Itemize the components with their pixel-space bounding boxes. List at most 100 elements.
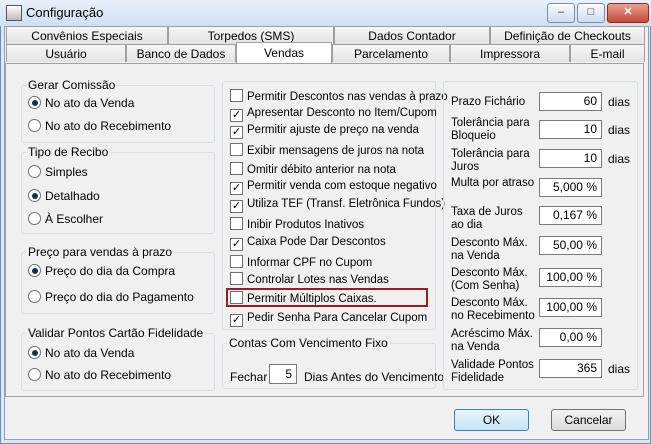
radio-comissao-recebimento[interactable]: No ato do Recebimento xyxy=(28,119,171,133)
checkbox-option[interactable]: Permitir Descontos nas vendas à prazo xyxy=(230,89,448,103)
radio-label: Detalhado xyxy=(45,189,100,203)
checkbox-label: Permitir venda com estoque negativo xyxy=(247,180,437,192)
radio-label: No ato da Venda xyxy=(45,346,135,360)
checkbox-unchecked[interactable] xyxy=(230,162,243,175)
field-label: Taxa de Juros ao dia xyxy=(451,206,523,231)
checkbox-label: Caixa Pode Dar Descontos xyxy=(247,236,386,248)
field-label: Tolerância para Bloqueio xyxy=(451,117,530,142)
checkbox-label: Inibir Produtos Inativos xyxy=(247,219,364,231)
field-unit: dias xyxy=(608,123,631,137)
checkbox-unchecked[interactable] xyxy=(230,217,243,230)
checkbox-label: Informar CPF no Cupom xyxy=(247,257,373,269)
radio-recibo-escolher[interactable]: À Escolher xyxy=(28,212,103,226)
group-title-validar-pontos: Validar Pontos Cartão Fidelidade xyxy=(26,326,206,340)
checkbox-option[interactable]: ✓ Utiliza TEF (Transf. Eletrônica Fundos) xyxy=(230,198,445,213)
radio-indicator[interactable] xyxy=(28,346,41,359)
highlight-box xyxy=(226,288,428,307)
checkbox-option[interactable]: Inibir Produtos Inativos xyxy=(230,217,364,231)
radio-preco-pagamento[interactable]: Preço do dia do Pagamento xyxy=(28,290,194,304)
ok-button[interactable]: OK xyxy=(454,409,529,431)
group-preco-prazo xyxy=(21,252,215,314)
field-input[interactable]: 10 xyxy=(539,120,602,139)
field-input[interactable]: 50,00 % xyxy=(539,236,602,255)
checkbox-option[interactable]: ✓ Apresentar Desconto no Item/Cupom xyxy=(230,107,437,122)
field-unit: dias xyxy=(608,152,631,166)
checkbox-checked[interactable]: ✓ xyxy=(230,182,243,195)
checkbox-label: Controlar Lotes nas Vendas xyxy=(247,274,389,286)
checkbox-option[interactable]: Informar CPF no Cupom xyxy=(230,255,372,269)
field-label: Multa por atraso xyxy=(451,177,535,189)
radio-indicator[interactable] xyxy=(28,189,41,202)
checkbox-option[interactable]: Omitir débito anterior na nota xyxy=(230,162,396,176)
radio-recibo-simples[interactable]: Simples xyxy=(28,165,88,179)
field-label: Desconto Máx. na Venda xyxy=(451,237,528,262)
checkbox-option[interactable]: Exibir mensagens de juros na nota xyxy=(230,143,424,157)
radio-recibo-detalhado[interactable]: Detalhado xyxy=(28,189,100,203)
group-title-preco-prazo: Preço para vendas à prazo xyxy=(26,245,175,259)
fechar-label: Fechar xyxy=(230,370,268,384)
radio-preco-compra[interactable]: Preço do dia da Compra xyxy=(28,264,175,278)
checkbox-label: Apresentar Desconto no Item/Cupom xyxy=(247,107,437,119)
field-label: Acréscimo Máx. na Venda xyxy=(451,328,533,353)
checkbox-option[interactable]: Controlar Lotes nas Vendas xyxy=(230,272,389,286)
field-input[interactable]: 100,00 % xyxy=(539,298,602,317)
checkbox-label: Omitir débito anterior na nota xyxy=(247,164,396,176)
checkbox-checked[interactable]: ✓ xyxy=(230,200,243,213)
field-unit: dias xyxy=(608,362,631,376)
field-input[interactable]: 100,00 % xyxy=(539,268,602,287)
radio-pontos-recebimento[interactable]: No ato do Recebimento xyxy=(28,368,171,382)
checkbox-checked[interactable]: ✓ xyxy=(230,126,243,139)
group-title-gerar-comissao: Gerar Comissão xyxy=(26,78,118,92)
checkbox-label: Exibir mensagens de juros na nota xyxy=(247,145,425,157)
radio-label: À Escolher xyxy=(45,212,104,226)
radio-comissao-venda[interactable]: No ato da Venda xyxy=(28,96,134,110)
checkbox-unchecked[interactable] xyxy=(230,89,243,102)
radio-pontos-venda[interactable]: No ato da Venda xyxy=(28,346,134,360)
checkbox-option[interactable]: ✓ Permitir venda com estoque negativo xyxy=(230,180,437,195)
group-title-contas-vencimento: Contas Com Vencimento Fixo xyxy=(227,336,390,350)
checkbox-option[interactable]: ✓ Pedir Senha Para Cancelar Cupom xyxy=(230,312,427,327)
radio-indicator[interactable] xyxy=(28,368,41,381)
field-unit: dias xyxy=(608,95,631,109)
field-input[interactable]: 10 xyxy=(539,149,602,168)
field-input[interactable]: 60 xyxy=(539,92,602,111)
radio-label: Preço do dia da Compra xyxy=(45,264,176,278)
checkbox-checked[interactable]: ✓ xyxy=(230,109,243,122)
checkbox-label: Utiliza TEF (Transf. Eletrônica Fundos) xyxy=(247,198,446,210)
radio-indicator[interactable] xyxy=(28,96,41,109)
checkbox-label: Permitir Descontos nas vendas à prazo xyxy=(247,91,448,103)
checkbox-unchecked[interactable] xyxy=(230,143,243,156)
checkbox-label: Permitir ajuste de preço na venda xyxy=(247,124,419,136)
radio-indicator[interactable] xyxy=(28,264,41,277)
group-gerar-comissao xyxy=(21,85,215,143)
radio-label: No ato da Venda xyxy=(45,96,135,110)
cancel-button[interactable]: Cancelar xyxy=(551,409,626,431)
field-label: Desconto Máx. (Com Senha) xyxy=(451,267,528,292)
checkbox-option[interactable]: ✓ Caixa Pode Dar Descontos xyxy=(230,236,386,251)
dias-vencimento-input[interactable]: 5 xyxy=(269,364,297,384)
field-label: Tolerância para Juros xyxy=(451,148,530,173)
checkbox-unchecked[interactable] xyxy=(230,255,243,268)
radio-indicator[interactable] xyxy=(28,119,41,132)
field-label: Validade Pontos Fidelidade xyxy=(451,359,534,384)
field-input[interactable]: 365 xyxy=(539,359,602,378)
vendas-content: Gerar Comissão No ato da Venda No ato do… xyxy=(0,0,651,444)
checkbox-option[interactable]: ✓ Permitir ajuste de preço na venda xyxy=(230,124,419,139)
checkbox-checked[interactable]: ✓ xyxy=(230,314,243,327)
radio-indicator[interactable] xyxy=(28,212,41,225)
field-label: Desconto Máx. no Recebimento xyxy=(451,297,535,322)
field-input[interactable]: 0,167 % xyxy=(539,206,602,225)
group-validar-pontos xyxy=(21,333,215,391)
radio-indicator[interactable] xyxy=(28,290,41,303)
radio-label: Preço do dia do Pagamento xyxy=(45,290,194,304)
checkbox-checked[interactable]: ✓ xyxy=(230,238,243,251)
checkbox-unchecked[interactable] xyxy=(230,272,243,285)
field-input[interactable]: 0,00 % xyxy=(539,328,602,347)
field-label: Prazo Fichário xyxy=(451,96,526,108)
checkbox-label: Pedir Senha Para Cancelar Cupom xyxy=(247,312,428,324)
dias-antes-label: Dias Antes do Vencimento xyxy=(304,370,445,384)
radio-indicator[interactable] xyxy=(28,165,41,178)
field-input[interactable]: 5,000 % xyxy=(539,178,602,197)
radio-label: Simples xyxy=(45,165,88,179)
radio-label: No ato do Recebimento xyxy=(45,368,172,382)
